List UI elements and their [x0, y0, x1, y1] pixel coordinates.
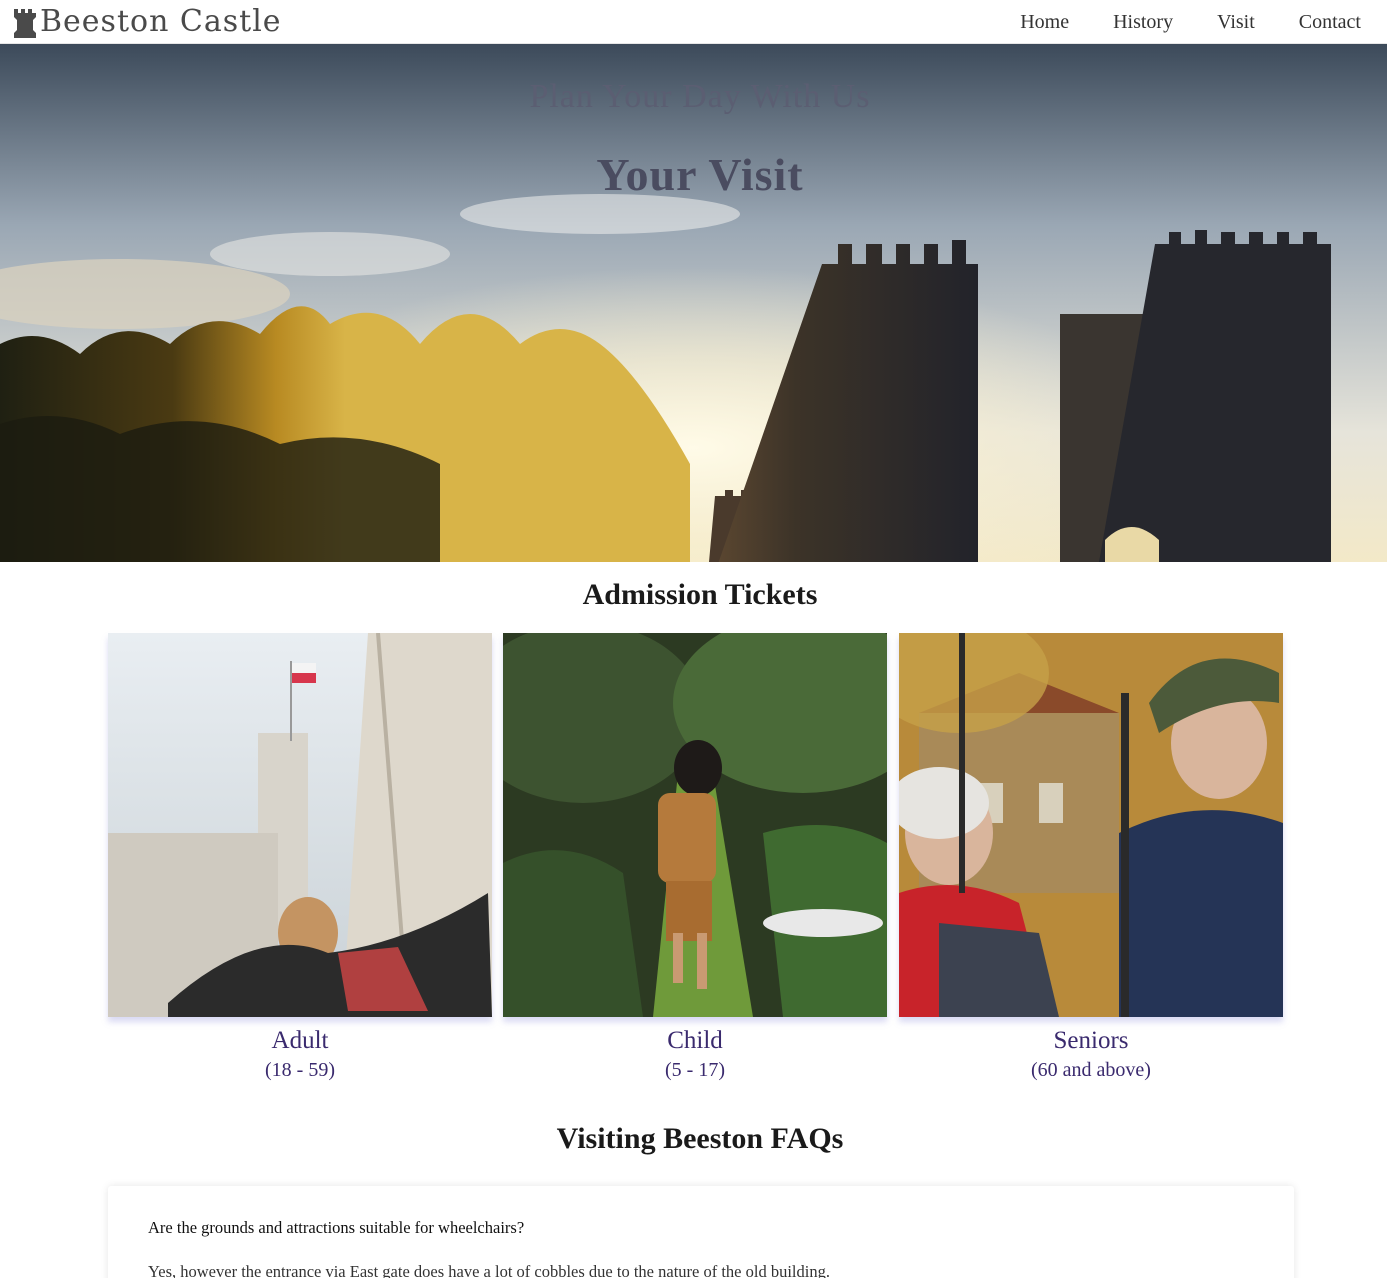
faq-question: Are the grounds and attractions suitable… — [148, 1218, 525, 1237]
child-ticket-image — [503, 633, 887, 1017]
nav-item-history[interactable]: History — [1091, 2, 1195, 42]
ticket-label: Adult — [271, 1027, 329, 1054]
ticket-label: Seniors — [1053, 1027, 1129, 1054]
nav-item-home[interactable]: Home — [998, 2, 1091, 42]
ticket-card-adult[interactable]: Adult (18 - 59) — [108, 633, 492, 1088]
brand-name: Beeston Castle — [40, 4, 282, 39]
nav-item-contact[interactable]: Contact — [1277, 2, 1361, 42]
adult-ticket-image — [108, 633, 492, 1017]
ticket-age-range: (18 - 59) — [265, 1059, 335, 1081]
brand-logo-link[interactable]: Beeston Castle — [12, 3, 282, 41]
tickets-heading: Admission Tickets — [582, 578, 818, 611]
ticket-age-range: (60 and above) — [1031, 1059, 1151, 1081]
hero-title: Your Visit — [596, 149, 804, 200]
seniors-ticket-image — [899, 633, 1283, 1017]
faq-answer: Yes, however the entrance via East gate … — [148, 1262, 830, 1278]
nav-links: Home History Visit Contact — [998, 0, 1361, 44]
faq-heading: Visiting Beeston FAQs — [556, 1122, 844, 1155]
hero-subtitle: Plan Your Day With Us — [529, 78, 871, 115]
ticket-age-range: (5 - 17) — [665, 1059, 725, 1081]
castle-rook-icon — [14, 9, 36, 38]
navbar: Beeston Castle Home History Visit Contac… — [0, 0, 1387, 44]
ticket-card-seniors[interactable]: Seniors (60 and above) — [899, 633, 1283, 1088]
ticket-label: Child — [667, 1027, 723, 1054]
faq-item: Are the grounds and attractions suitable… — [108, 1186, 1294, 1278]
ticket-card-child[interactable]: Child (5 - 17) — [503, 633, 887, 1088]
hero-banner: Plan Your Day With Us Your Visit — [0, 44, 1387, 562]
nav-item-visit[interactable]: Visit — [1195, 2, 1277, 42]
hero-castle-image — [0, 44, 1387, 562]
